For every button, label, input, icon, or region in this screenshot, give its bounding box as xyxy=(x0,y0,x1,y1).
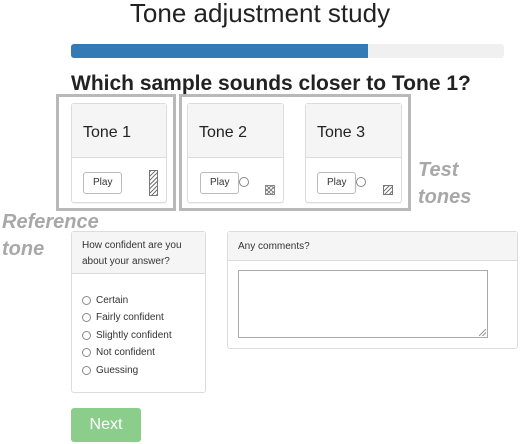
progress-bar xyxy=(71,44,504,58)
page-title: Tone adjustment study xyxy=(129,0,391,28)
option-label: Fairly confident xyxy=(96,311,164,323)
option-label: Guessing xyxy=(96,364,139,376)
comments-panel-header: Any comments? xyxy=(228,232,517,261)
question-text: Which sample sounds closer to Tone 1? xyxy=(71,72,471,95)
confidence-option[interactable]: Not confident xyxy=(82,345,155,359)
radio-button[interactable] xyxy=(82,295,91,305)
resize-grip-icon[interactable] xyxy=(479,329,486,336)
confidence-option[interactable]: Slightly confident xyxy=(82,328,172,342)
confidence-panel-header: How confident are you about your answer? xyxy=(72,232,205,274)
confidence-panel: How confident are you about your answer?… xyxy=(71,231,206,393)
comments-textarea[interactable] xyxy=(238,270,488,338)
test-tones-annotation: Test tones xyxy=(418,157,488,211)
next-button[interactable]: Next xyxy=(71,408,141,442)
option-label: Not confident xyxy=(96,346,155,358)
reference-frame xyxy=(56,94,176,211)
progress-fill xyxy=(71,44,368,58)
radio-button[interactable] xyxy=(82,330,91,340)
confidence-option[interactable]: Guessing xyxy=(82,363,138,377)
confidence-option[interactable]: Fairly confident xyxy=(82,310,164,324)
comments-label: Any comments? xyxy=(238,241,310,252)
radio-button[interactable] xyxy=(82,312,91,322)
confidence-option[interactable]: Certain xyxy=(82,293,128,307)
option-label: Slightly confident xyxy=(96,329,172,341)
radio-button[interactable] xyxy=(82,365,91,375)
confidence-question: How confident are you about your answer? xyxy=(82,240,182,267)
test-tones-label: Test tones xyxy=(418,159,472,208)
option-label: Certain xyxy=(96,294,129,306)
comments-panel: Any comments? xyxy=(227,231,518,349)
radio-button[interactable] xyxy=(82,347,91,357)
test-frame xyxy=(179,94,411,211)
